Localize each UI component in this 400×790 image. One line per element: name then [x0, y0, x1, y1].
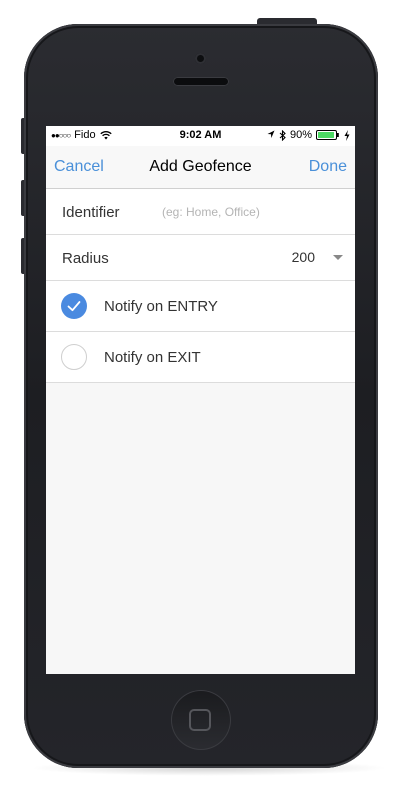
identifier-row: Identifier [46, 189, 355, 235]
home-square-icon [189, 709, 211, 731]
earpiece-speaker [173, 77, 229, 86]
identifier-label: Identifier [62, 204, 120, 221]
done-button[interactable]: Done [309, 158, 347, 176]
checkmark-icon [67, 301, 81, 312]
status-right: 90% [267, 129, 350, 141]
battery-icon [316, 130, 339, 140]
status-bar: ●●○○○ Fido 9:02 AM 90% [46, 126, 355, 146]
identifier-input[interactable] [160, 199, 344, 225]
radius-select[interactable]: 200 [292, 249, 343, 265]
battery-percent: 90% [289, 129, 312, 141]
phone-screen: ●●○○○ Fido 9:02 AM 90% Cancel Add Geofen… [46, 126, 355, 674]
notify-exit-checkbox[interactable] [61, 344, 87, 370]
bluetooth-icon [279, 129, 286, 141]
notify-exit-row[interactable]: Notify on EXIT [46, 332, 355, 383]
notify-exit-label: Notify on EXIT [104, 349, 201, 366]
stage: ●●○○○ Fido 9:02 AM 90% Cancel Add Geofen… [0, 0, 400, 790]
location-arrow-icon [267, 130, 275, 138]
navigation-bar: Cancel Add Geofence Done [46, 146, 355, 189]
radius-value: 200 [291, 249, 315, 265]
charging-bolt-icon [344, 129, 350, 141]
notify-entry-checkbox[interactable] [61, 293, 87, 319]
dropdown-caret-icon [333, 254, 343, 260]
notify-entry-row[interactable]: Notify on ENTRY [46, 281, 355, 332]
radius-row: Radius 200 [46, 235, 355, 281]
notify-entry-label: Notify on ENTRY [104, 298, 218, 315]
radius-label: Radius [62, 250, 109, 267]
geofence-form: Identifier Radius 200 Notify on ENTRY [46, 189, 355, 383]
front-camera [195, 53, 206, 64]
